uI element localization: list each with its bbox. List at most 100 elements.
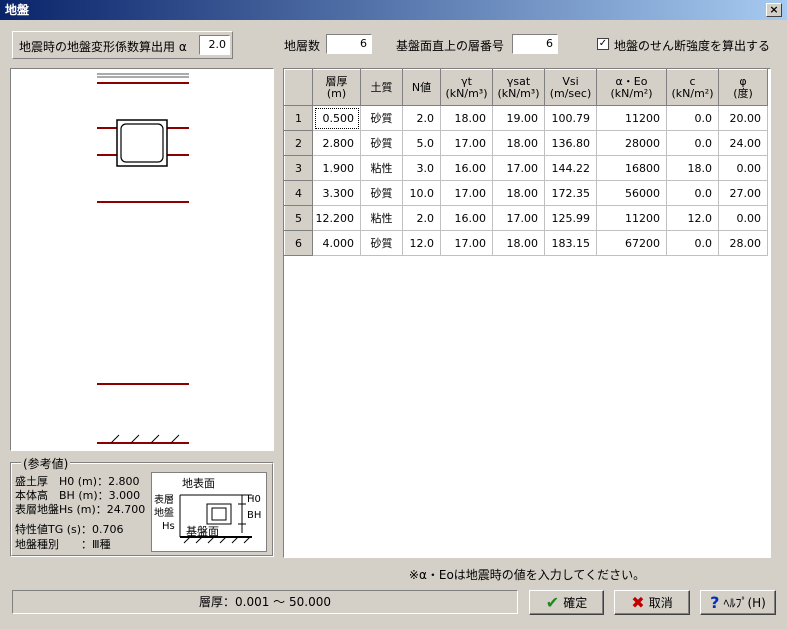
grid-cell[interactable]: 18.00 bbox=[492, 230, 545, 256]
grid-cell[interactable]: 2.0 bbox=[402, 105, 441, 131]
layers-count-label: 地層数 bbox=[284, 39, 321, 53]
status-range: 層厚：0.001 〜 50.000 bbox=[12, 590, 518, 614]
grid-cell[interactable]: 19.00 bbox=[492, 105, 545, 131]
shear-strength-checkbox[interactable]: ✓ bbox=[597, 38, 609, 50]
grid-cell[interactable]: 0.00 bbox=[718, 205, 768, 231]
grid-cell[interactable]: 0.0 bbox=[666, 230, 719, 256]
grid-corner bbox=[284, 69, 313, 106]
row-header[interactable]: 3 bbox=[284, 155, 313, 181]
grid-cell[interactable]: 砂質 bbox=[360, 130, 403, 156]
cancel-label: 取消 bbox=[648, 596, 673, 610]
row-header[interactable]: 2 bbox=[284, 130, 313, 156]
grid-cell[interactable]: 0.500 bbox=[312, 105, 361, 131]
column-header: α・Eo (kN/m²) bbox=[596, 69, 667, 106]
column-header: N値 bbox=[402, 69, 441, 106]
fig-bh: BH bbox=[247, 510, 261, 521]
grid-cell[interactable]: 3.300 bbox=[312, 180, 361, 206]
alpha-input[interactable]: 2.0 bbox=[199, 35, 230, 55]
grid-cell[interactable]: 粘性 bbox=[360, 155, 403, 181]
column-header: 土質 bbox=[360, 69, 403, 106]
grid-cell[interactable]: 24.00 bbox=[718, 130, 768, 156]
grid-cell[interactable]: 砂質 bbox=[360, 230, 403, 256]
grid-cell[interactable]: 砂質 bbox=[360, 105, 403, 131]
row-header[interactable]: 6 bbox=[284, 230, 313, 256]
ok-button[interactable]: ✔ 確定 bbox=[529, 590, 604, 615]
grid-cell[interactable]: 12.0 bbox=[666, 205, 719, 231]
grid-cell[interactable]: 2.0 bbox=[402, 205, 441, 231]
grid-cell[interactable]: 20.00 bbox=[718, 105, 768, 131]
row-header[interactable]: 1 bbox=[284, 105, 313, 131]
fig-ground-surface: 地表面 bbox=[182, 476, 215, 490]
grid-cell[interactable]: 100.79 bbox=[544, 105, 597, 131]
grid-cell[interactable]: 17.00 bbox=[440, 180, 493, 206]
grid-cell[interactable]: 16800 bbox=[596, 155, 667, 181]
grid-cell[interactable]: 136.80 bbox=[544, 130, 597, 156]
close-button[interactable]: × bbox=[766, 3, 782, 17]
grid-cell[interactable]: 17.00 bbox=[440, 130, 493, 156]
close-icon: × bbox=[769, 3, 779, 16]
ground-profile-svg bbox=[97, 73, 189, 444]
column-header: φ (度) bbox=[718, 69, 768, 106]
column-header: γt (kN/m³) bbox=[440, 69, 493, 106]
grid-cell[interactable]: 砂質 bbox=[360, 180, 403, 206]
grid-cell[interactable]: 0.0 bbox=[666, 180, 719, 206]
help-button[interactable]: ? ﾍﾙﾌﾟ(H) bbox=[700, 590, 776, 615]
grid-cell[interactable]: 12.0 bbox=[402, 230, 441, 256]
shear-strength-label: 地盤のせん断強度を算出する bbox=[614, 39, 771, 53]
grid-cell[interactable]: 16.00 bbox=[440, 205, 493, 231]
grid-cell[interactable]: 18.0 bbox=[666, 155, 719, 181]
grid-cell[interactable]: 18.00 bbox=[492, 130, 545, 156]
grid-cell[interactable]: 17.00 bbox=[440, 230, 493, 256]
grid-cell[interactable]: 粘性 bbox=[360, 205, 403, 231]
column-header: c (kN/m²) bbox=[666, 69, 719, 106]
ref-characteristic-tg: 特性値TG (s)：0.706 bbox=[15, 523, 124, 536]
grid-cell[interactable]: 0.0 bbox=[666, 105, 719, 131]
grid-cell[interactable]: 56000 bbox=[596, 180, 667, 206]
base-layer-input[interactable]: 6 bbox=[512, 34, 558, 54]
grid-cell[interactable]: 4.000 bbox=[312, 230, 361, 256]
grid-cell[interactable]: 11200 bbox=[596, 205, 667, 231]
grid-cell[interactable]: 11200 bbox=[596, 105, 667, 131]
ok-label: 確定 bbox=[563, 596, 588, 610]
grid-cell[interactable]: 183.15 bbox=[544, 230, 597, 256]
grid-cell[interactable]: 17.00 bbox=[492, 155, 545, 181]
grid-cell[interactable]: 16.00 bbox=[440, 155, 493, 181]
grid-cell[interactable]: 18.00 bbox=[440, 105, 493, 131]
reference-group: (参考値) 盛土厚 H0 (m)：2.800 本体高 BH (m)：3.000 … bbox=[10, 455, 274, 557]
ground-diagram bbox=[10, 68, 274, 451]
grid-cell[interactable]: 1.900 bbox=[312, 155, 361, 181]
grid-cell[interactable]: 27.00 bbox=[718, 180, 768, 206]
column-header: γsat (kN/m³) bbox=[492, 69, 545, 106]
grid-cell[interactable]: 67200 bbox=[596, 230, 667, 256]
ref-surface-layer: 表層地盤Hs (m)：24.700 bbox=[15, 503, 146, 516]
grid-cell[interactable]: 3.0 bbox=[402, 155, 441, 181]
grid-cell[interactable]: 28000 bbox=[596, 130, 667, 156]
grid-cell[interactable]: 17.00 bbox=[492, 205, 545, 231]
reference-figure: 地表面 H0 BH 表層 地盤 Hs 基盤面 bbox=[151, 472, 267, 552]
grid-cell[interactable]: 12.200 bbox=[312, 205, 361, 231]
layers-count-input[interactable]: 6 bbox=[326, 34, 372, 54]
grid-cell[interactable]: 2.800 bbox=[312, 130, 361, 156]
column-header: 層厚 (m) bbox=[312, 69, 361, 106]
row-header[interactable]: 4 bbox=[284, 180, 313, 206]
row-header[interactable]: 5 bbox=[284, 205, 313, 231]
grid-cell[interactable]: 18.00 bbox=[492, 180, 545, 206]
grid-cell[interactable]: 0.0 bbox=[666, 130, 719, 156]
table-row: 2 2.800 砂質 5.0 17.00 18.00 136.80 28000 0.0 24.00 bbox=[284, 130, 768, 156]
grid-cell[interactable]: 0.00 bbox=[718, 155, 768, 181]
column-header: Vsi (m/sec) bbox=[544, 69, 597, 106]
title-bar: 地盤 × bbox=[0, 0, 787, 20]
table-row: 4 3.300 砂質 10.0 17.00 18.00 172.35 56000 0.0 27.0… bbox=[284, 180, 768, 206]
input-note: ※α・Eoは地震時の値を入力してください。 bbox=[408, 568, 646, 582]
cancel-button[interactable]: ✖ 取消 bbox=[614, 590, 690, 615]
grid-cell[interactable]: 144.22 bbox=[544, 155, 597, 181]
grid-cell[interactable]: 10.0 bbox=[402, 180, 441, 206]
grid-cell[interactable]: 28.00 bbox=[718, 230, 768, 256]
svg-text:表層: 表層 bbox=[154, 493, 174, 506]
grid-cell[interactable]: 5.0 bbox=[402, 130, 441, 156]
table-row: 5 12.200 粘性 2.0 16.00 17.00 125.99 11200 12.0 0.0… bbox=[284, 205, 768, 231]
checkmark-icon: ✓ bbox=[598, 38, 608, 49]
reference-title: (参考値) bbox=[21, 455, 71, 472]
grid-cell[interactable]: 172.35 bbox=[544, 180, 597, 206]
grid-cell[interactable]: 125.99 bbox=[544, 205, 597, 231]
